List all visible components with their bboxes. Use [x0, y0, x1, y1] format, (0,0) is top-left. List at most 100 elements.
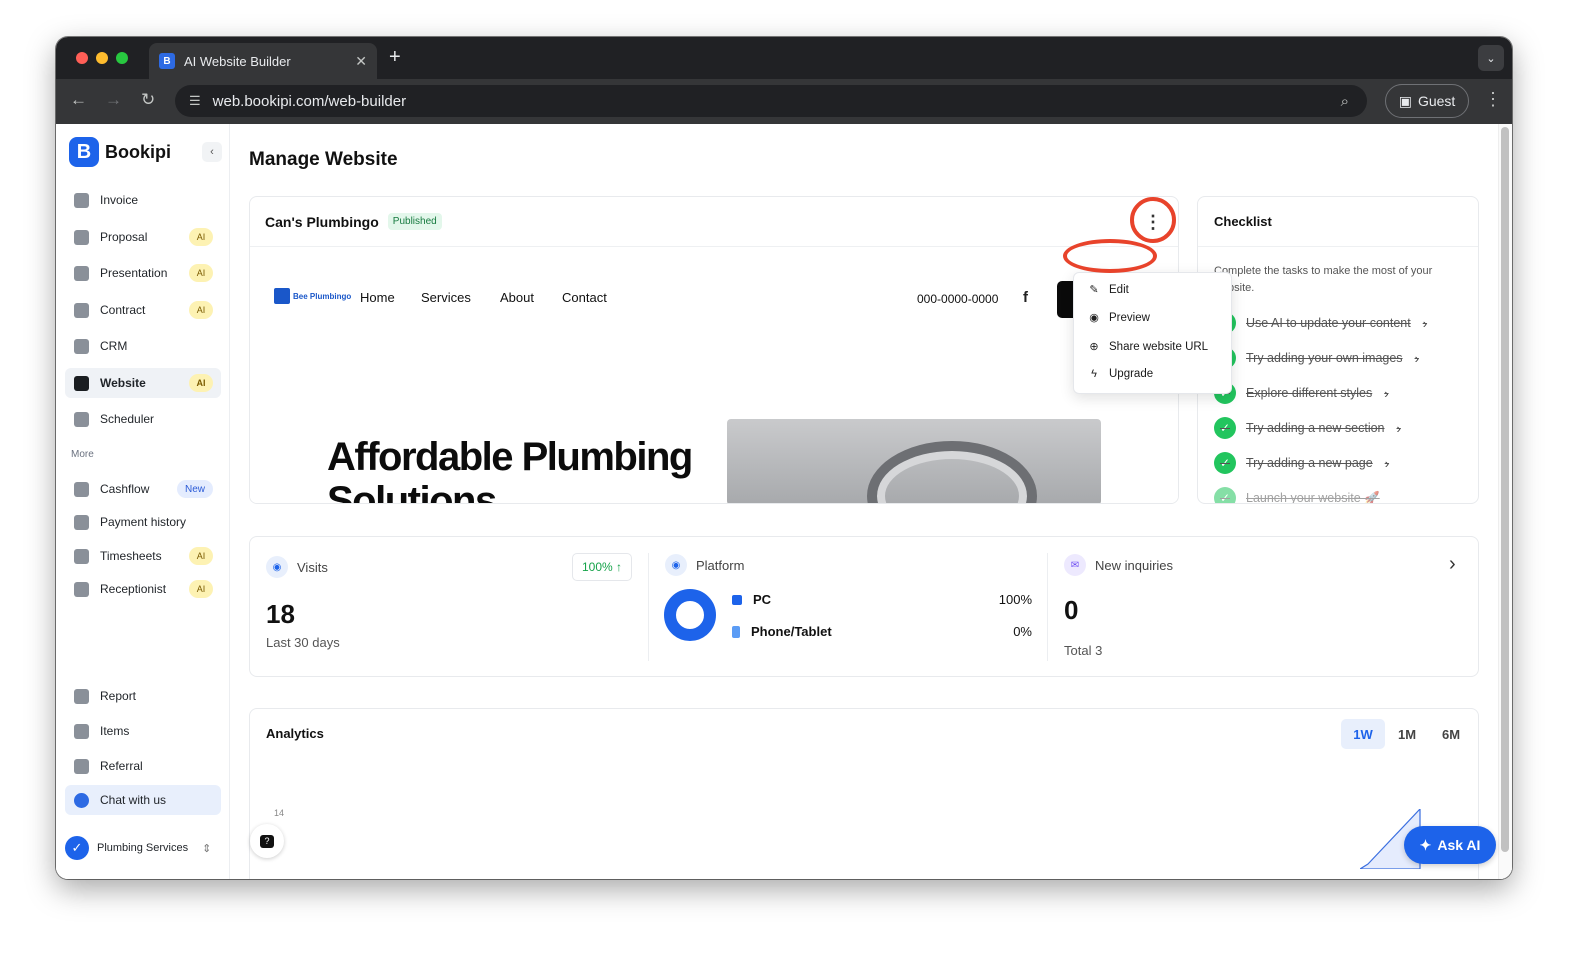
range-tab-1w[interactable]: 1W	[1341, 719, 1385, 749]
platform-name: PC	[753, 592, 772, 607]
checklist-task[interactable]: ✓ Launch your website 🚀	[1214, 487, 1380, 503]
page-scrollbar-thumb[interactable]	[1501, 127, 1509, 852]
visits-period: Last 30 days	[266, 635, 340, 650]
maximize-window-button[interactable]	[116, 52, 128, 64]
crm-icon	[74, 338, 89, 354]
website-preview[interactable]: Bee Plumbingo Home Services About Contac…	[250, 248, 1178, 504]
sidebar-item-invoice[interactable]: Invoice	[65, 185, 221, 215]
menu-item-edit[interactable]: ✎ Edit	[1087, 283, 1129, 297]
check-icon: ✓	[1214, 417, 1236, 439]
platform-value: 100%	[998, 592, 1032, 607]
checklist-task[interactable]: ✓ Explore different styles ›	[1214, 382, 1389, 404]
preview-nav-about: About	[500, 290, 534, 305]
website-card-header: Can's Plumbingo Published	[250, 197, 1178, 247]
collapse-sidebar-chevron-icon[interactable]: ‹	[202, 142, 222, 162]
preview-hero-image	[727, 419, 1101, 503]
address-bar[interactable]: ☰ web.bookipi.com/web-builder ⌕	[175, 85, 1367, 117]
analytics-card: Analytics 1W 1M 6M 14	[249, 708, 1479, 879]
eye-icon: ◉	[665, 554, 687, 576]
sidebar-item-receptionist[interactable]: Receptionist AI	[65, 574, 221, 604]
sidebar-item-items[interactable]: Items	[65, 716, 221, 746]
eye-icon: ◉	[1089, 312, 1099, 324]
visits-header: ◉ Visits	[266, 556, 328, 578]
inquiries-count: 0	[1064, 595, 1079, 625]
sidebar-item-proposal[interactable]: Proposal AI	[65, 222, 221, 252]
ask-ai-button[interactable]: ✦ Ask AI	[1404, 826, 1496, 864]
timesheets-icon	[74, 548, 89, 564]
sidebar-item-referral[interactable]: Referral	[65, 751, 221, 781]
sidebar-item-website[interactable]: Website AI	[65, 368, 221, 398]
help-chat-button[interactable]: ?	[250, 824, 284, 858]
section-label-more: More	[71, 449, 94, 460]
tab-search-chevron-icon[interactable]: ⌄	[1478, 45, 1504, 71]
checklist-task[interactable]: ✓ Use AI to update your content ›	[1214, 312, 1427, 334]
platform-row-phone: Phone/Tablet 0%	[732, 624, 1032, 639]
tab-strip: B AI Website Builder ✕ + ⌄	[56, 37, 1512, 79]
annotation-circle-more-button	[1130, 197, 1176, 243]
back-arrow-icon[interactable]: ←	[70, 90, 87, 110]
receptionist-icon	[74, 581, 89, 597]
invoice-icon	[74, 192, 89, 208]
preview-hero-heading: Affordable Plumbing Solutions	[327, 435, 693, 504]
page-scrollbar-track[interactable]	[1498, 124, 1512, 879]
search-icon[interactable]: ⌕	[1341, 93, 1349, 110]
profile-button[interactable]: ▣ Guest	[1385, 84, 1469, 118]
checklist-task[interactable]: ✓ Try adding a new page ›	[1214, 452, 1389, 474]
range-tab-6m[interactable]: 6M	[1429, 719, 1473, 749]
sidebar-item-payment-history[interactable]: Payment history	[65, 507, 221, 537]
check-icon: ✓	[1214, 452, 1236, 474]
close-window-button[interactable]	[76, 52, 88, 64]
sidebar-item-chat[interactable]: Chat with us	[65, 785, 221, 815]
inquiries-panel[interactable]: ✉ New inquiries › 0 Total 3	[1048, 537, 1478, 676]
menu-item-share-url[interactable]: ⊕ Share website URL	[1087, 340, 1208, 354]
website-icon	[74, 375, 89, 391]
sidebar-item-timesheets[interactable]: Timesheets AI	[65, 541, 221, 571]
sidebar-item-scheduler[interactable]: Scheduler	[65, 404, 221, 434]
menu-item-label: Edit	[1109, 283, 1129, 296]
tab-close-icon[interactable]: ✕	[355, 53, 367, 70]
analytics-title: Analytics	[266, 726, 324, 741]
sidebar-item-crm[interactable]: CRM	[65, 331, 221, 361]
help-icon: ?	[260, 834, 274, 848]
browser-menu-icon[interactable]: ⋮	[1484, 89, 1502, 110]
cashflow-icon	[74, 481, 89, 497]
sidebar-item-contract[interactable]: Contract AI	[65, 295, 221, 325]
pc-icon	[732, 594, 742, 605]
chevron-right-icon: ›	[1384, 455, 1390, 471]
reload-icon[interactable]: ↻	[141, 90, 155, 110]
brand-logo[interactable]: B Bookipi	[69, 137, 171, 167]
sidebar-item-cashflow[interactable]: Cashflow New	[65, 474, 221, 504]
task-label: Use AI to update your content	[1246, 316, 1411, 330]
chevron-updown-icon: ⇕	[202, 842, 212, 855]
inquiries-header: ✉ New inquiries	[1064, 554, 1173, 576]
sidebar-item-report[interactable]: Report	[65, 681, 221, 711]
browser-tab[interactable]: B AI Website Builder ✕	[149, 43, 377, 79]
items-icon	[74, 723, 89, 739]
checklist-card: Checklist Complete the tasks to make the…	[1197, 196, 1479, 504]
chevron-right-icon[interactable]: ›	[1449, 553, 1456, 576]
checklist-task[interactable]: ✓ Try adding a new section ›	[1214, 417, 1401, 439]
menu-item-upgrade[interactable]: ϟ Upgrade	[1087, 368, 1153, 380]
chevron-right-icon: ›	[1414, 350, 1419, 366]
ai-badge: AI	[189, 228, 213, 246]
menu-item-preview[interactable]: ◉ Preview	[1087, 311, 1150, 325]
forward-arrow-icon[interactable]: →	[105, 90, 122, 110]
minimize-window-button[interactable]	[96, 52, 108, 64]
sidebar-item-presentation[interactable]: Presentation AI	[65, 258, 221, 288]
workspace-switcher[interactable]: ✓ Plumbing Services ⇕	[65, 836, 211, 860]
new-tab-button[interactable]: +	[389, 46, 401, 69]
sidebar-item-label: Items	[100, 724, 130, 738]
ai-badge: AI	[189, 264, 213, 282]
preview-logo: Bee Plumbingo	[274, 288, 351, 304]
range-tab-1m[interactable]: 1M	[1385, 719, 1429, 749]
site-info-icon[interactable]: ☰	[189, 93, 201, 109]
plumber-logo-icon	[274, 288, 290, 304]
preview-logo-text: Bee Plumbingo	[293, 291, 352, 301]
sidebar-item-label: Invoice	[100, 193, 139, 207]
checklist-task[interactable]: ✓ Try adding your own images ›	[1214, 347, 1419, 369]
platform-label: Platform	[696, 557, 745, 573]
drain-image-shape	[867, 441, 1037, 503]
sidebar-item-label: CRM	[100, 339, 128, 353]
ai-badge: AI	[189, 547, 213, 565]
profile-label: Guest	[1417, 93, 1456, 109]
